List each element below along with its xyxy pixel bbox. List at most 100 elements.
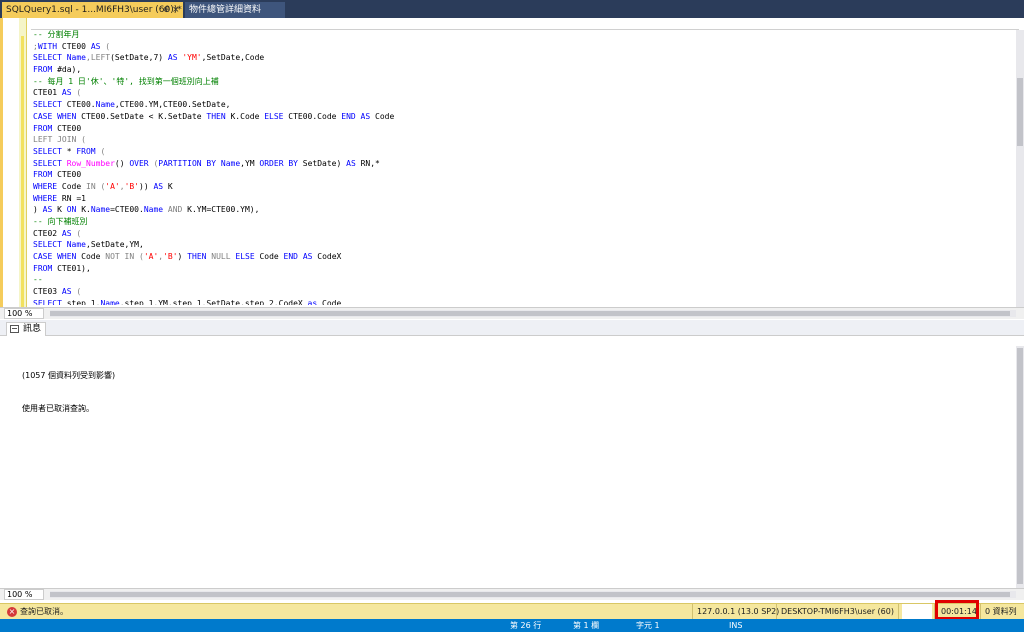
code-token: K (163, 181, 173, 191)
tab-object-explorer-details[interactable]: 物件總管詳細資料 (185, 2, 285, 18)
code-line[interactable]: -- (33, 274, 1003, 286)
insert-mode: INS (729, 621, 743, 630)
query-status-bar: × 查詢已取消。 127.0.0.1 (13.0 SP2) DESKTOP-TM… (0, 603, 1024, 620)
code-line[interactable]: ;WITH CTE00 AS ( (33, 41, 1003, 53)
code-token: () (114, 158, 130, 168)
code-token: END (341, 111, 356, 121)
code-token: ( (95, 181, 106, 191)
code-line[interactable]: -- 分割年月 (33, 29, 1003, 41)
code-line[interactable]: CASE WHEN Code NOT IN ('A','B') THEN NUL… (33, 251, 1003, 263)
code-token: CTE00 (52, 123, 82, 133)
tab-sqlquery1[interactable]: SQLQuery1.sql - 1...MI6FH3\user (60))* ⊕… (2, 2, 183, 18)
code-token: AS (167, 53, 178, 63)
code-token: WHEN (57, 111, 77, 121)
code-token: Name (220, 158, 241, 168)
code-token: OVER (129, 158, 149, 168)
code-token: CTE03 (33, 287, 62, 297)
code-line[interactable]: CTE01 AS ( (33, 87, 1003, 99)
code-token: * (61, 146, 77, 156)
application-status-bar: 第 26 行 第 1 欄 字元 1 INS (0, 619, 1024, 632)
query-editor[interactable]: -- 分割年月 ;WITH CTE00 AS (SELECT Name,LEFT(… (0, 18, 1024, 308)
messages-vertical-scroll-thumb[interactable] (1017, 348, 1023, 584)
code-token: =CTE00. (110, 205, 144, 215)
code-token: ( (71, 287, 82, 297)
code-token: CTE01 (33, 88, 62, 98)
code-token: ,SetDate,YM, (86, 240, 144, 250)
code-line[interactable]: SELECT CTE00.Name,CTE00.YM,CTE00.SetDate… (33, 99, 1003, 111)
messages-vertical-scrollbar[interactable] (1016, 346, 1024, 588)
code-line[interactable]: FROM #da), (33, 64, 1003, 76)
code-line[interactable]: SELECT * FROM ( (33, 146, 1003, 158)
code-line[interactable]: FROM CTE00 (33, 123, 1003, 135)
pin-icon[interactable]: ⊕ (163, 2, 171, 18)
status-separator (898, 604, 899, 620)
messages-horizontal-scrollbar[interactable] (50, 591, 1016, 598)
code-token: K.Code (225, 111, 265, 121)
code-line[interactable]: SELECT Name,LEFT(SetDate,7) AS 'YM',SetD… (33, 52, 1003, 64)
code-token: THEN (206, 111, 226, 121)
code-token: NOT IN (105, 252, 135, 262)
messages-zoom-bar: 100 % (0, 588, 1024, 600)
code-line[interactable]: -- 每月 1 日'休'、'特', 找到第一個班別向上補 (33, 76, 1003, 88)
code-token: WHERE (33, 181, 58, 191)
cursor-column: 第 1 欄 (573, 621, 600, 630)
code-token: SetDate) (297, 158, 347, 168)
code-token: Name (100, 298, 120, 305)
connection-user: DESKTOP-TMI6FH3\user (60) (781, 607, 894, 616)
code-token: WHEN (57, 252, 77, 262)
code-line[interactable]: ) AS K ON K.Name=CTE00.Name AND K.YM=CTE… (33, 204, 1003, 216)
editor-zoom-select[interactable]: 100 % (4, 308, 44, 319)
editor-horizontal-scrollbar[interactable] (50, 310, 1016, 317)
code-token: ) (177, 252, 188, 262)
code-token: AS (61, 287, 72, 297)
code-token: -- 每月 1 日'休'、'特', 找到第一個班別向上補 (33, 76, 219, 86)
editor-horizontal-scroll-thumb[interactable] (50, 311, 1010, 316)
message-line: (1057 個資料列受到影響) (22, 371, 116, 380)
code-token: CTE00 (57, 41, 91, 51)
code-line[interactable]: CTE02 AS ( (33, 228, 1003, 240)
tab-messages[interactable]: 訊息 (6, 322, 46, 336)
code-token: RN,* (355, 158, 380, 168)
status-message: 查詢已取消。 (20, 607, 68, 616)
close-tab-icon[interactable]: × (172, 2, 180, 18)
code-token: Code (76, 252, 106, 262)
code-token: CTE00 (52, 170, 82, 180)
messages-horizontal-scroll-thumb[interactable] (50, 592, 1010, 597)
code-token: AS (42, 205, 53, 215)
code-token: Name (66, 240, 86, 250)
code-line[interactable]: SELECT Row_Number() OVER (PARTITION BY N… (33, 158, 1003, 170)
code-line[interactable]: LEFT JOIN ( (33, 134, 1003, 146)
code-line[interactable]: FROM CTE01), (33, 263, 1003, 275)
sql-code[interactable]: -- 分割年月 ;WITH CTE00 AS (SELECT Name,LEFT(… (33, 29, 1003, 305)
messages-pane[interactable]: (1057 個資料列受到影響) 使用者已取消查詢。 (0, 336, 1024, 588)
code-token: ORDER BY (259, 158, 298, 168)
messages-icon (10, 325, 19, 333)
code-line[interactable]: -- 向下補班別 (33, 216, 1003, 228)
code-token: FROM (33, 263, 53, 273)
row-count: 0 資料列 (985, 607, 1017, 616)
code-token: AS (61, 228, 72, 238)
code-token: ELSE (264, 111, 284, 121)
code-line[interactable]: CASE WHEN CTE00.SetDate < K.SetDate THEN… (33, 111, 1003, 123)
code-token: ELSE (235, 252, 255, 262)
status-separator (980, 604, 981, 620)
code-line[interactable]: SELECT step_1.Name,step_1.YM,step_1.SetD… (33, 298, 1003, 305)
code-line[interactable]: CTE03 AS ( (33, 286, 1003, 298)
editor-vertical-scroll-thumb[interactable] (1017, 78, 1023, 146)
code-token: WHERE (33, 193, 58, 203)
code-line[interactable]: WHERE Code IN ('A','B')) AS K (33, 181, 1003, 193)
code-token: ,YM (240, 158, 260, 168)
code-token: END (283, 252, 298, 262)
code-token: Name (143, 205, 164, 215)
code-token: 'A' (105, 181, 120, 191)
code-token: RN =1 (57, 193, 86, 203)
editor-vertical-scrollbar[interactable] (1016, 30, 1024, 308)
code-token: 'B' (163, 252, 178, 262)
code-line[interactable]: WHERE RN =1 (33, 193, 1003, 205)
code-token: CASE (33, 111, 53, 121)
messages-zoom-select[interactable]: 100 % (4, 589, 44, 600)
code-token: Row_Number (66, 158, 115, 168)
results-tab-strip: 訊息 (0, 320, 1024, 336)
code-line[interactable]: SELECT Name,SetDate,YM, (33, 239, 1003, 251)
code-line[interactable]: FROM CTE00 (33, 169, 1003, 181)
